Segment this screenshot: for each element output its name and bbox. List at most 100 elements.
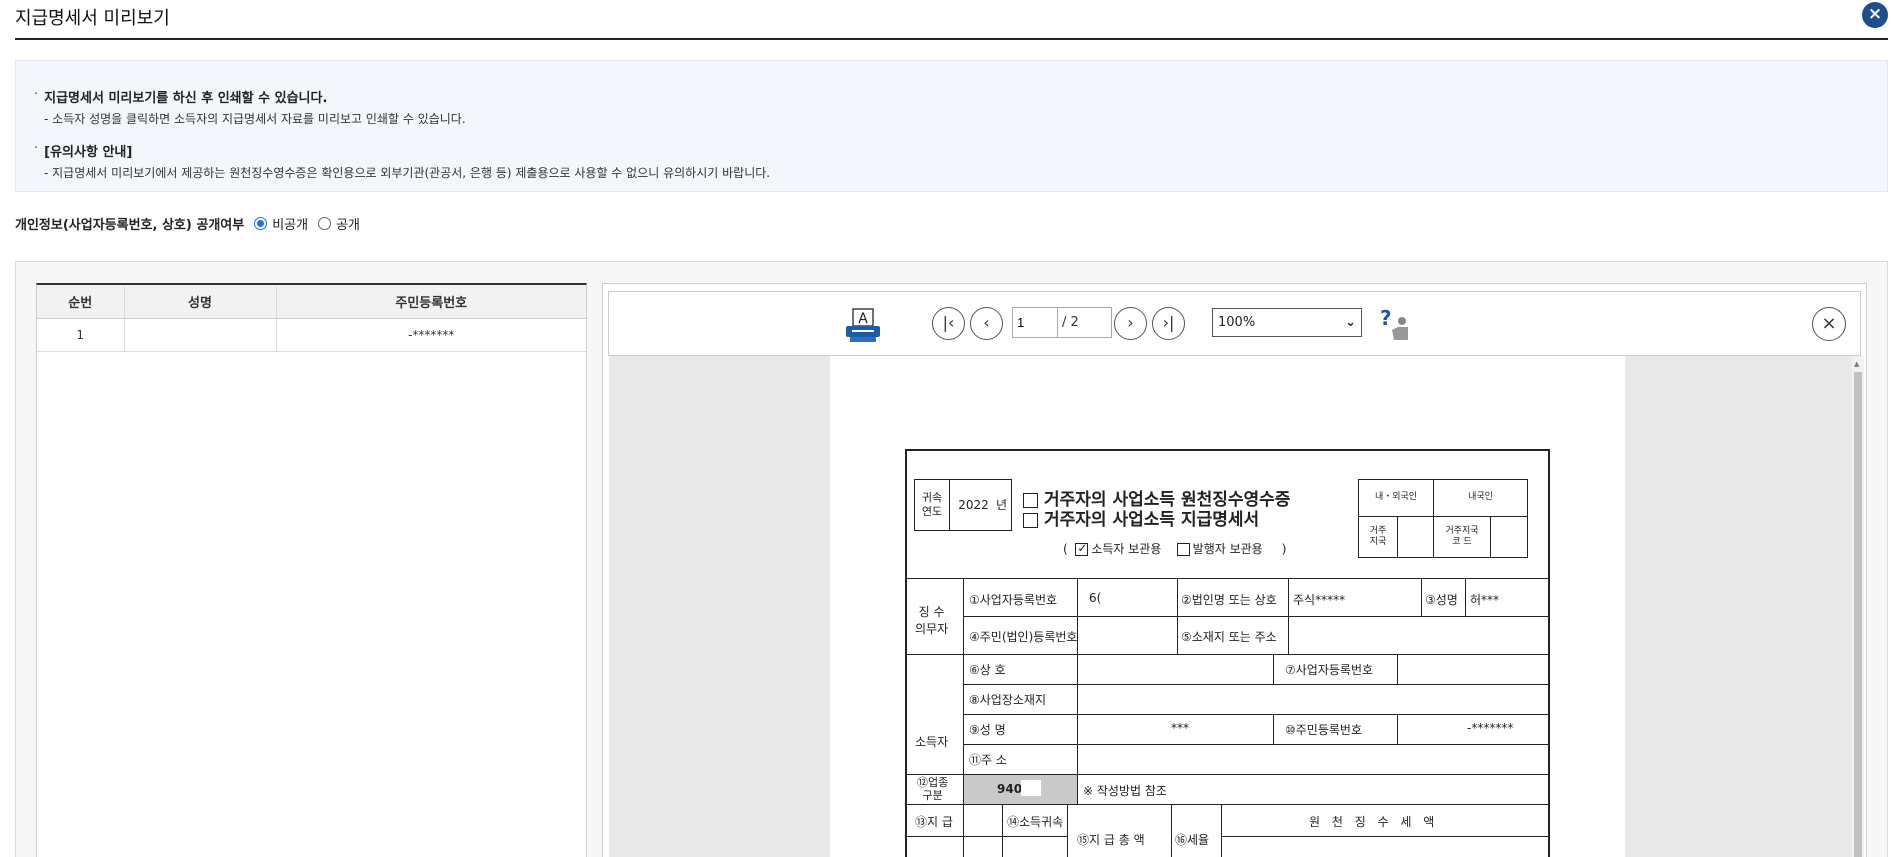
divider [963,714,1548,715]
earner-rrn-value: -******* [1467,721,1514,735]
bullet-icon: · [34,141,39,156]
scrollbar-thumb[interactable] [1854,372,1862,857]
svg-text:?: ? [1380,306,1392,330]
cell-name-link[interactable] [124,318,277,352]
period-label: ⑭소득귀속 [1007,815,1064,829]
masked-field [1021,780,1041,796]
corp-name-label: ②법인명 또는 상호 [1181,593,1277,607]
divider [907,804,1548,805]
prev-page-button[interactable]: ‹ [970,307,1003,340]
table-header-row: 순번 성명 주민등록번호 [37,285,586,319]
foreign-value: 내국인 [1433,479,1528,517]
divider [963,744,1548,745]
checkbox-icon [1023,512,1038,528]
address-label: ⑤소재지 또는 주소 [1181,630,1277,644]
page-number-input[interactable] [1012,307,1058,338]
help-icon[interactable]: ? [1376,306,1414,344]
rate-label: ⑯세율 [1175,833,1210,847]
divider [1067,804,1068,857]
divider [1465,578,1466,616]
resident-code-label: 거주지국 코 드 [1433,516,1491,558]
earner-list: 순번 성명 주민등록번호 1 -******* [36,283,587,857]
table-row[interactable]: 1 -******* [37,318,586,352]
last-page-button[interactable]: ›| [1152,307,1185,340]
privacy-radio-public[interactable]: 공개 [318,214,360,233]
industry-note: ※ 작성방법 참조 [1083,784,1167,798]
title-divider [15,38,1888,40]
biz-address-label: ⑧사업장소재지 [969,693,1046,707]
zoom-value: 100% [1218,315,1256,330]
divider [963,578,964,857]
earner-biz-no-label: ⑦사업자등록번호 [1285,663,1374,677]
divider [1221,804,1222,857]
industry-label: ⑫업종 구분 [917,776,949,803]
form-title-statement-text: 거주자의 사업소득 지급명세서 [1044,510,1260,530]
bullet-icon: · [34,87,39,102]
paren-open: ( [1063,542,1068,556]
foreign-label: 내・외국인 [1358,479,1434,517]
privacy-label: 개인정보(사업자등록번호, 상호) 공개여부 [15,218,245,233]
earner-table: 순번 성명 주민등록번호 1 -******* [37,285,586,352]
column-header-name: 성명 [124,285,277,319]
notice-text-2: - 지급명세서 미리보기에서 제공하는 원천징수영수증은 확인용으로 외부기관(… [44,166,771,180]
notice-heading-2-text: [유의사항 안내] [44,145,133,160]
divider [963,616,1548,617]
notice-heading-2: · [유의사항 안내] [34,141,1887,160]
paren-close: ) [1281,542,1287,556]
first-page-button[interactable]: |‹ [932,307,965,340]
printer-icon[interactable]: A [844,308,882,344]
radio-selected-icon[interactable] [254,217,268,230]
withholder-label: 징 수 의무자 [915,605,949,636]
column-header-rrn: 주민등록번호 [276,285,586,319]
zoom-select[interactable]: 100% ⌄ [1212,308,1362,337]
checkbox-icon [1176,543,1190,556]
vertical-scrollbar[interactable]: ▲ [1852,356,1864,857]
form-title-statement: 거주자의 사업소득 지급명세서 [1023,505,1259,530]
privacy-setting: 개인정보(사업자등록번호, 상호) 공개여부 비공개 공개 [15,214,370,233]
svg-text:A: A [858,311,868,327]
year-unit: 년 [996,479,1012,531]
year-label: 귀속 연도 [914,479,950,531]
notice-heading-1: · 지급명세서 미리보기를 하신 후 인쇄할 수 있습니다. [34,87,1887,106]
notice-heading-1-text: 지급명세서 미리보기를 하신 후 인쇄할 수 있습니다. [44,91,328,106]
page-total: / 2 [1058,307,1112,338]
earner-label: 소득자 [915,735,949,749]
biz-no-value: 6( [1089,591,1102,605]
scroll-up-icon[interactable]: ▲ [1854,360,1859,368]
privacy-radio-private[interactable]: 비공개 [254,214,308,233]
divider [1171,804,1172,857]
industry-value: 940 [997,782,1023,796]
cell-no: 1 [37,318,125,352]
resident-value [1397,516,1434,558]
notice-text-1: - 소득자 성명을 클릭하면 소득자의 지급명세서 자료를 미리보고 인쇄할 수… [44,112,466,126]
copy-type-row: ( 소득자 보관용 발행자 보관용 ) [1063,540,1286,557]
tax-label: 원 천 징 수 세 액 [1309,815,1439,829]
pay-label: ⑬지 급 [915,815,953,829]
divider [1273,654,1274,684]
copy-payer-label: 발행자 보관용 [1192,542,1263,556]
divider [907,578,1548,579]
earner-name-label: ⑨성 명 [969,723,1006,737]
corp-rrn-label: ④주민(법인)등록번호 [969,630,1078,644]
resident-code-value [1490,516,1528,558]
next-page-button[interactable]: › [1114,307,1147,340]
notice-box: · 지급명세서 미리보기를 하신 후 인쇄할 수 있습니다. - 소득자 성명을… [15,60,1888,192]
earner-address-label: ⑪주 소 [969,753,1007,767]
divider [907,836,1067,837]
divider [1221,836,1548,837]
checkbox-checked-icon [1075,541,1089,556]
earner-rrn-label: ⑩주민등록번호 [1285,723,1362,737]
divider [907,654,1548,655]
divider [1421,578,1422,616]
resident-label: 거주 지국 [1358,516,1398,558]
divider [1077,654,1078,804]
corp-name-value: 주식***** [1293,593,1346,607]
privacy-radio-public-label: 공개 [336,218,361,233]
close-icon[interactable]: × [1862,2,1888,28]
radio-unselected-icon[interactable] [318,217,332,230]
name-label: ③성명 [1425,593,1458,607]
trade-name-label: ⑥상 호 [969,663,1006,677]
viewer-close-button[interactable]: × [1812,307,1846,341]
column-header-no: 순번 [37,285,125,319]
divider [1273,714,1274,744]
